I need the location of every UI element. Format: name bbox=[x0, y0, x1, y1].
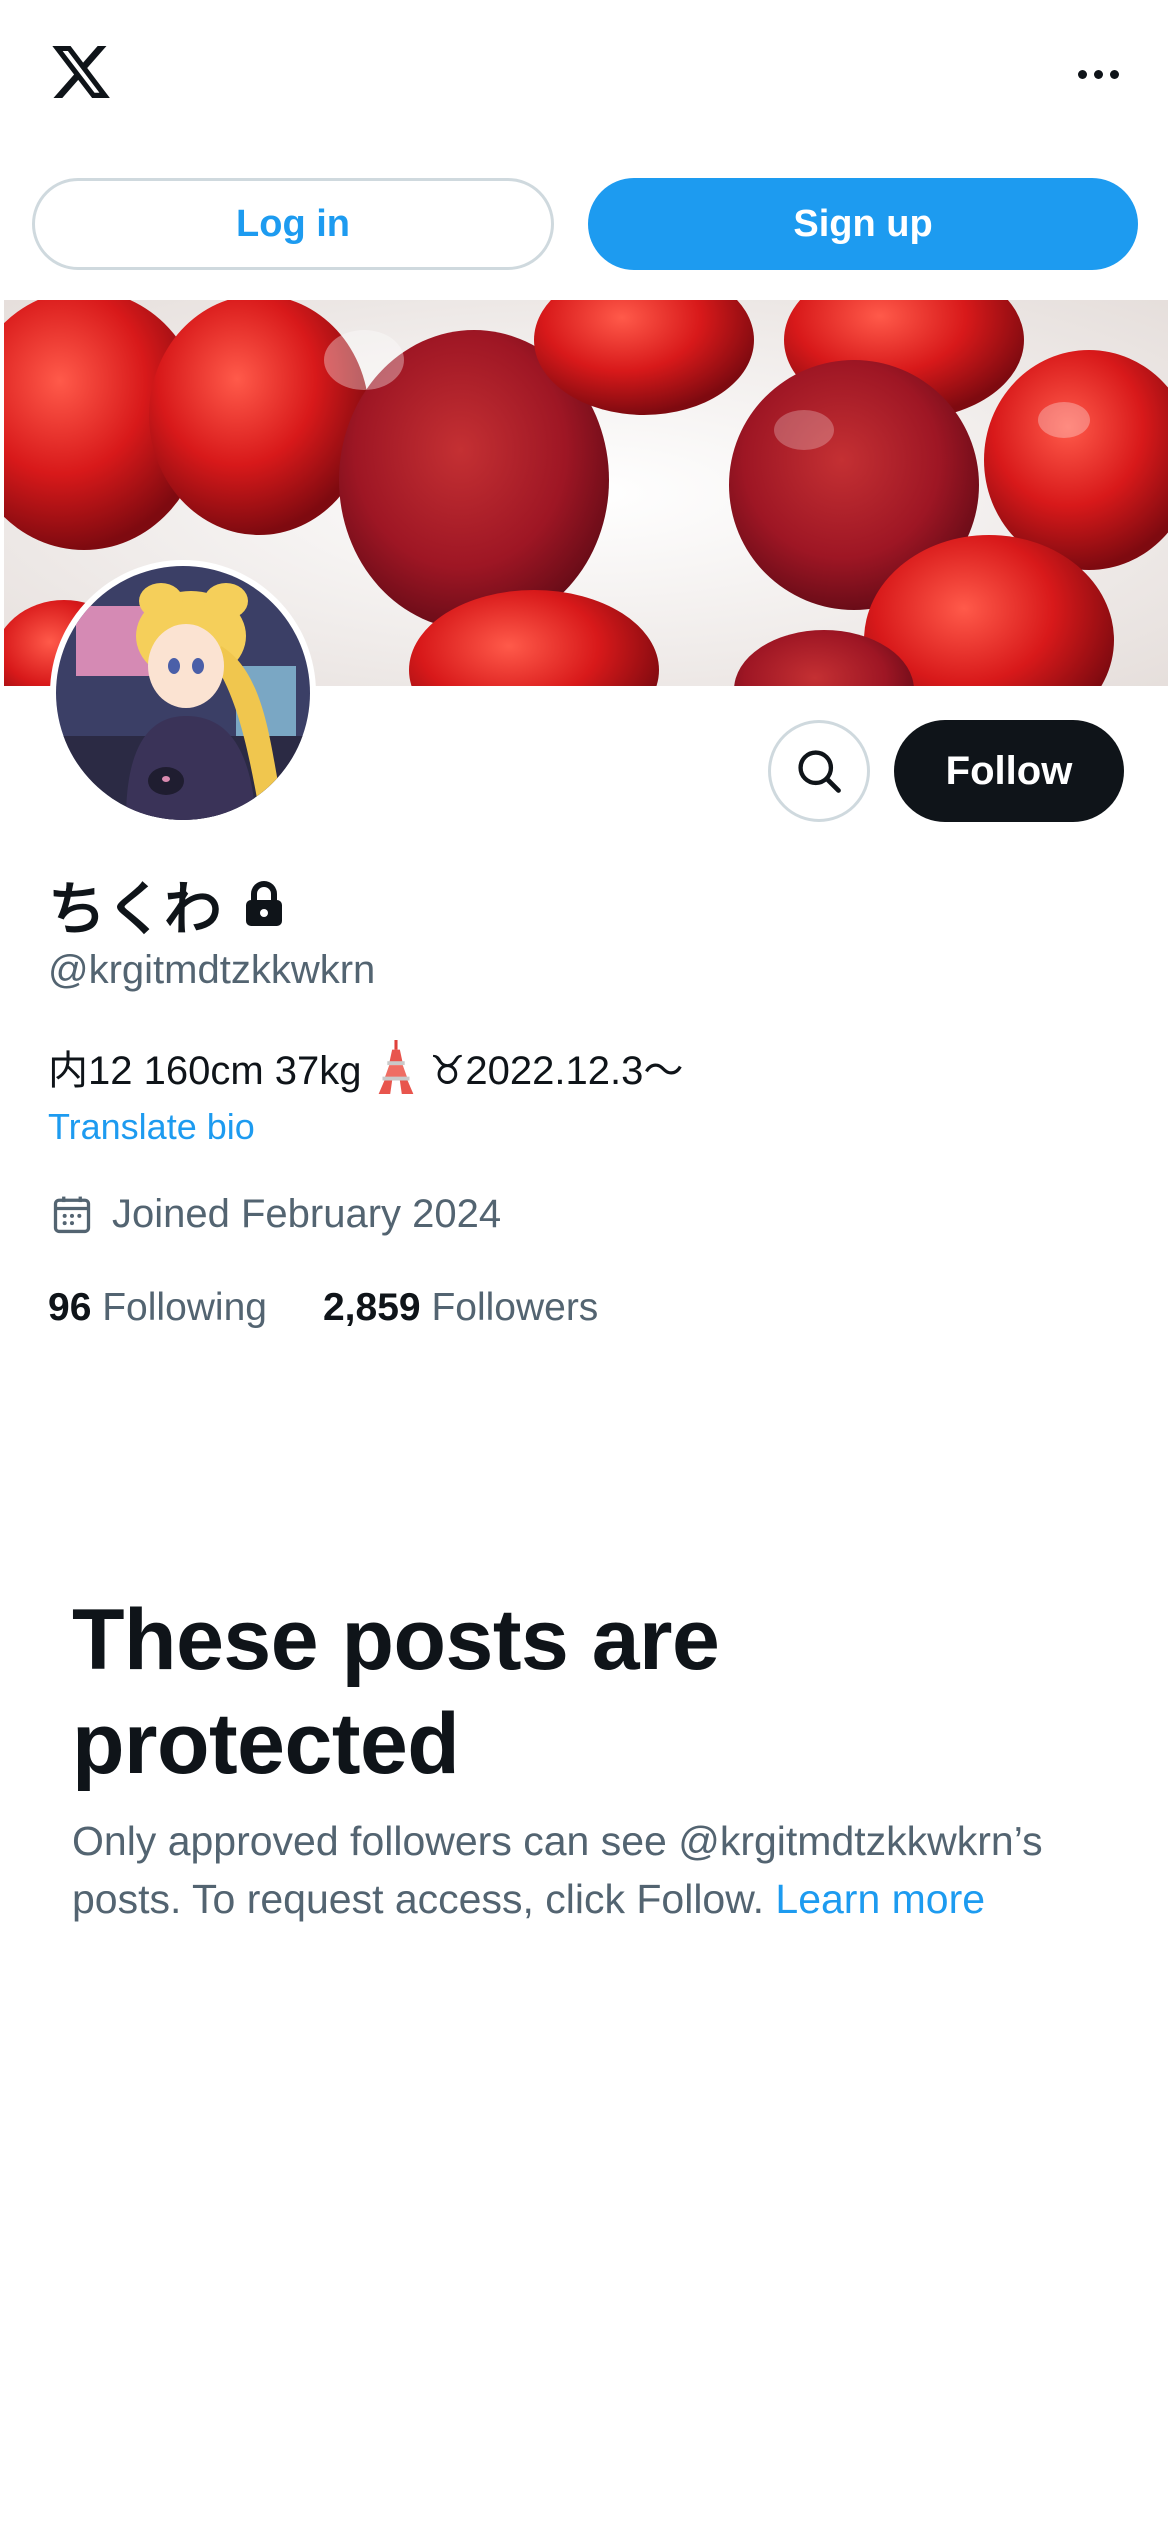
tokyo-tower-icon bbox=[378, 1040, 413, 1094]
top-bar bbox=[0, 0, 1170, 150]
bio-text-start: 内12 160cm 37kg bbox=[48, 1049, 362, 1093]
auth-buttons: Log in Sign up bbox=[0, 178, 1170, 272]
more-options-icon[interactable] bbox=[1062, 52, 1134, 96]
more-dot bbox=[1093, 69, 1103, 79]
protected-description: Only approved followers can see @krgitmd… bbox=[72, 1812, 1112, 1928]
avatar[interactable] bbox=[50, 560, 316, 826]
joined-date: Joined February 2024 bbox=[50, 1186, 501, 1242]
lock-icon bbox=[246, 881, 283, 926]
following-stat[interactable]: 96 Following bbox=[48, 1286, 267, 1330]
profile-page: Log in Sign up Follow ちくわ @krgitmdtzkkwk… bbox=[0, 0, 1170, 2532]
x-logo-icon[interactable] bbox=[48, 40, 114, 104]
login-button[interactable]: Log in bbox=[32, 178, 554, 270]
follow-stats: 96 Following 2,859 Followers bbox=[48, 1286, 598, 1330]
joined-text: Joined February 2024 bbox=[112, 1191, 502, 1236]
learn-more-link[interactable]: Learn more bbox=[775, 1876, 985, 1922]
translate-bio-link[interactable]: Translate bio bbox=[48, 1106, 255, 1148]
followers-label: Followers bbox=[431, 1286, 599, 1329]
followers-stat[interactable]: 2,859 Followers bbox=[323, 1286, 598, 1330]
display-name-row: ちくわ bbox=[48, 868, 286, 942]
more-dot bbox=[1109, 69, 1119, 79]
following-label: Following bbox=[102, 1286, 267, 1329]
calendar-icon bbox=[53, 1196, 91, 1234]
bio-text-end: ♉︎2022.12.3〜 bbox=[429, 1049, 684, 1093]
avatar-image bbox=[56, 566, 310, 820]
follow-button[interactable]: Follow bbox=[894, 720, 1124, 822]
followers-count: 2,859 bbox=[322, 1286, 421, 1329]
search-icon bbox=[798, 750, 841, 793]
protected-title: These posts are protected bbox=[72, 1592, 720, 1792]
following-count: 96 bbox=[48, 1286, 92, 1329]
profile-bio: 内12 160cm 37kg ♉︎2022.12.3〜 bbox=[48, 1038, 683, 1096]
more-dot bbox=[1077, 69, 1087, 79]
search-profile-button[interactable] bbox=[768, 720, 870, 822]
signup-button[interactable]: Sign up bbox=[588, 178, 1138, 270]
display-name: ちくわ bbox=[48, 877, 223, 942]
profile-handle: @krgitmdtzkkwkrn bbox=[48, 948, 376, 992]
